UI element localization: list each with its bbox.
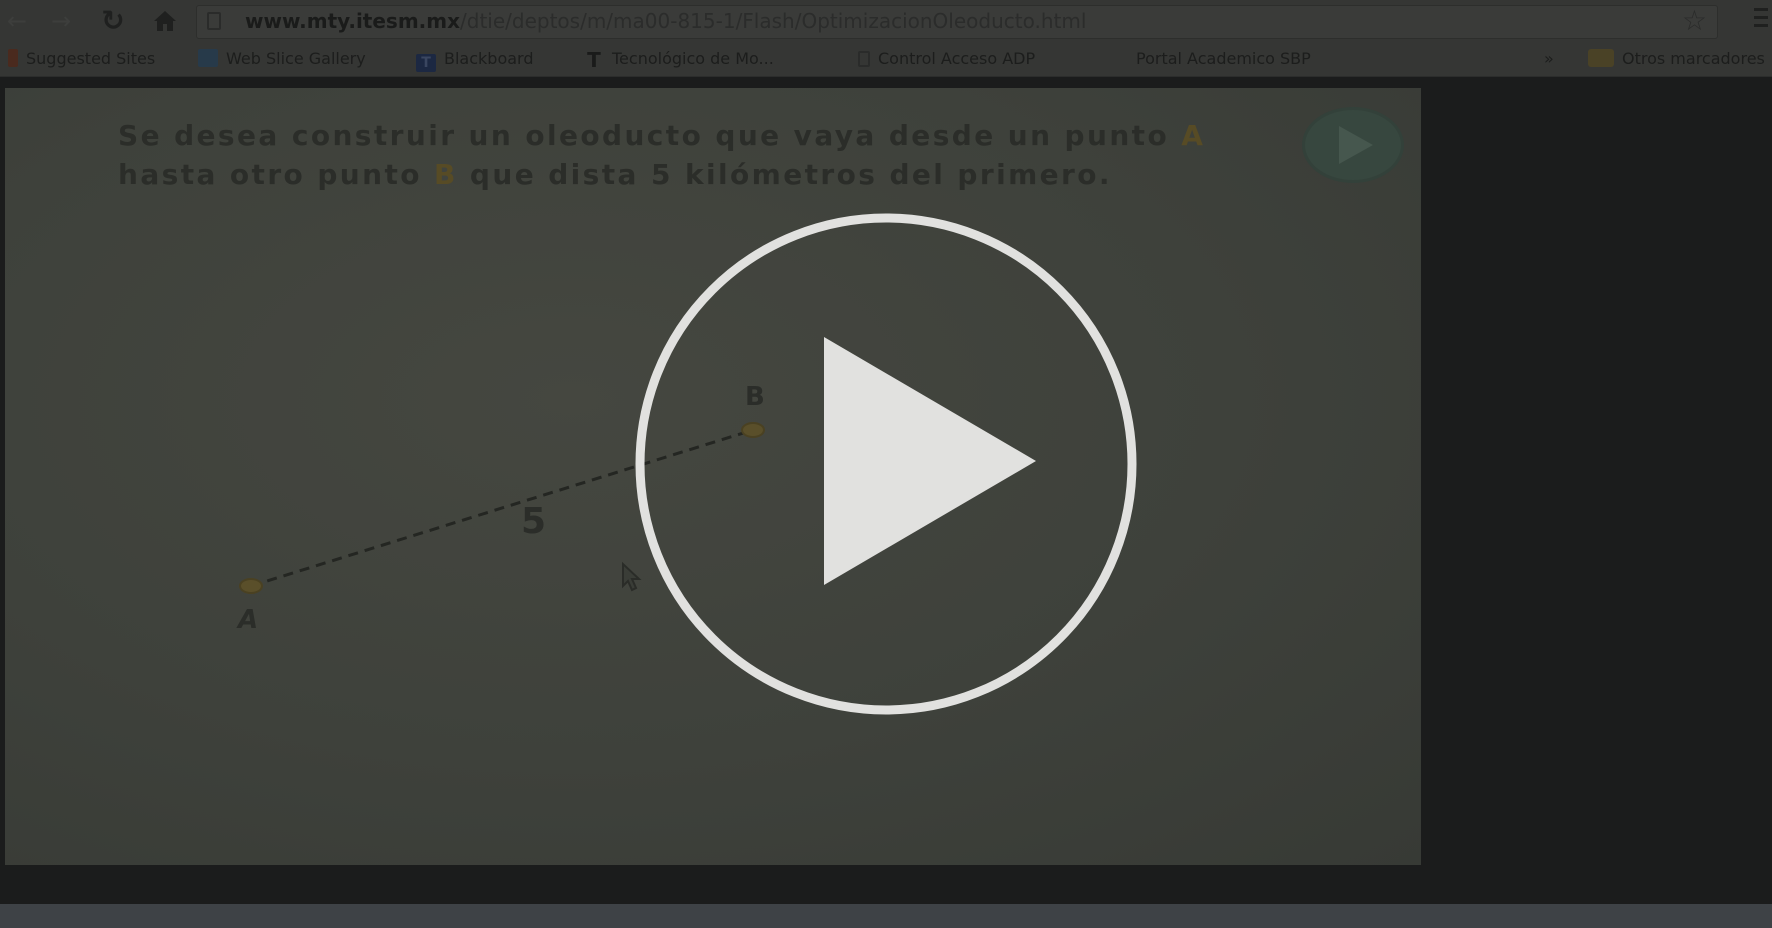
play-button[interactable]	[635, 213, 1137, 715]
video-play-overlay	[635, 213, 1137, 715]
bottom-status-strip	[0, 904, 1772, 928]
screenshot-root: ← → ↻ www.mty.itesm.mx/dtie/deptos/m/ma0…	[0, 0, 1772, 928]
play-icon	[824, 337, 1036, 585]
